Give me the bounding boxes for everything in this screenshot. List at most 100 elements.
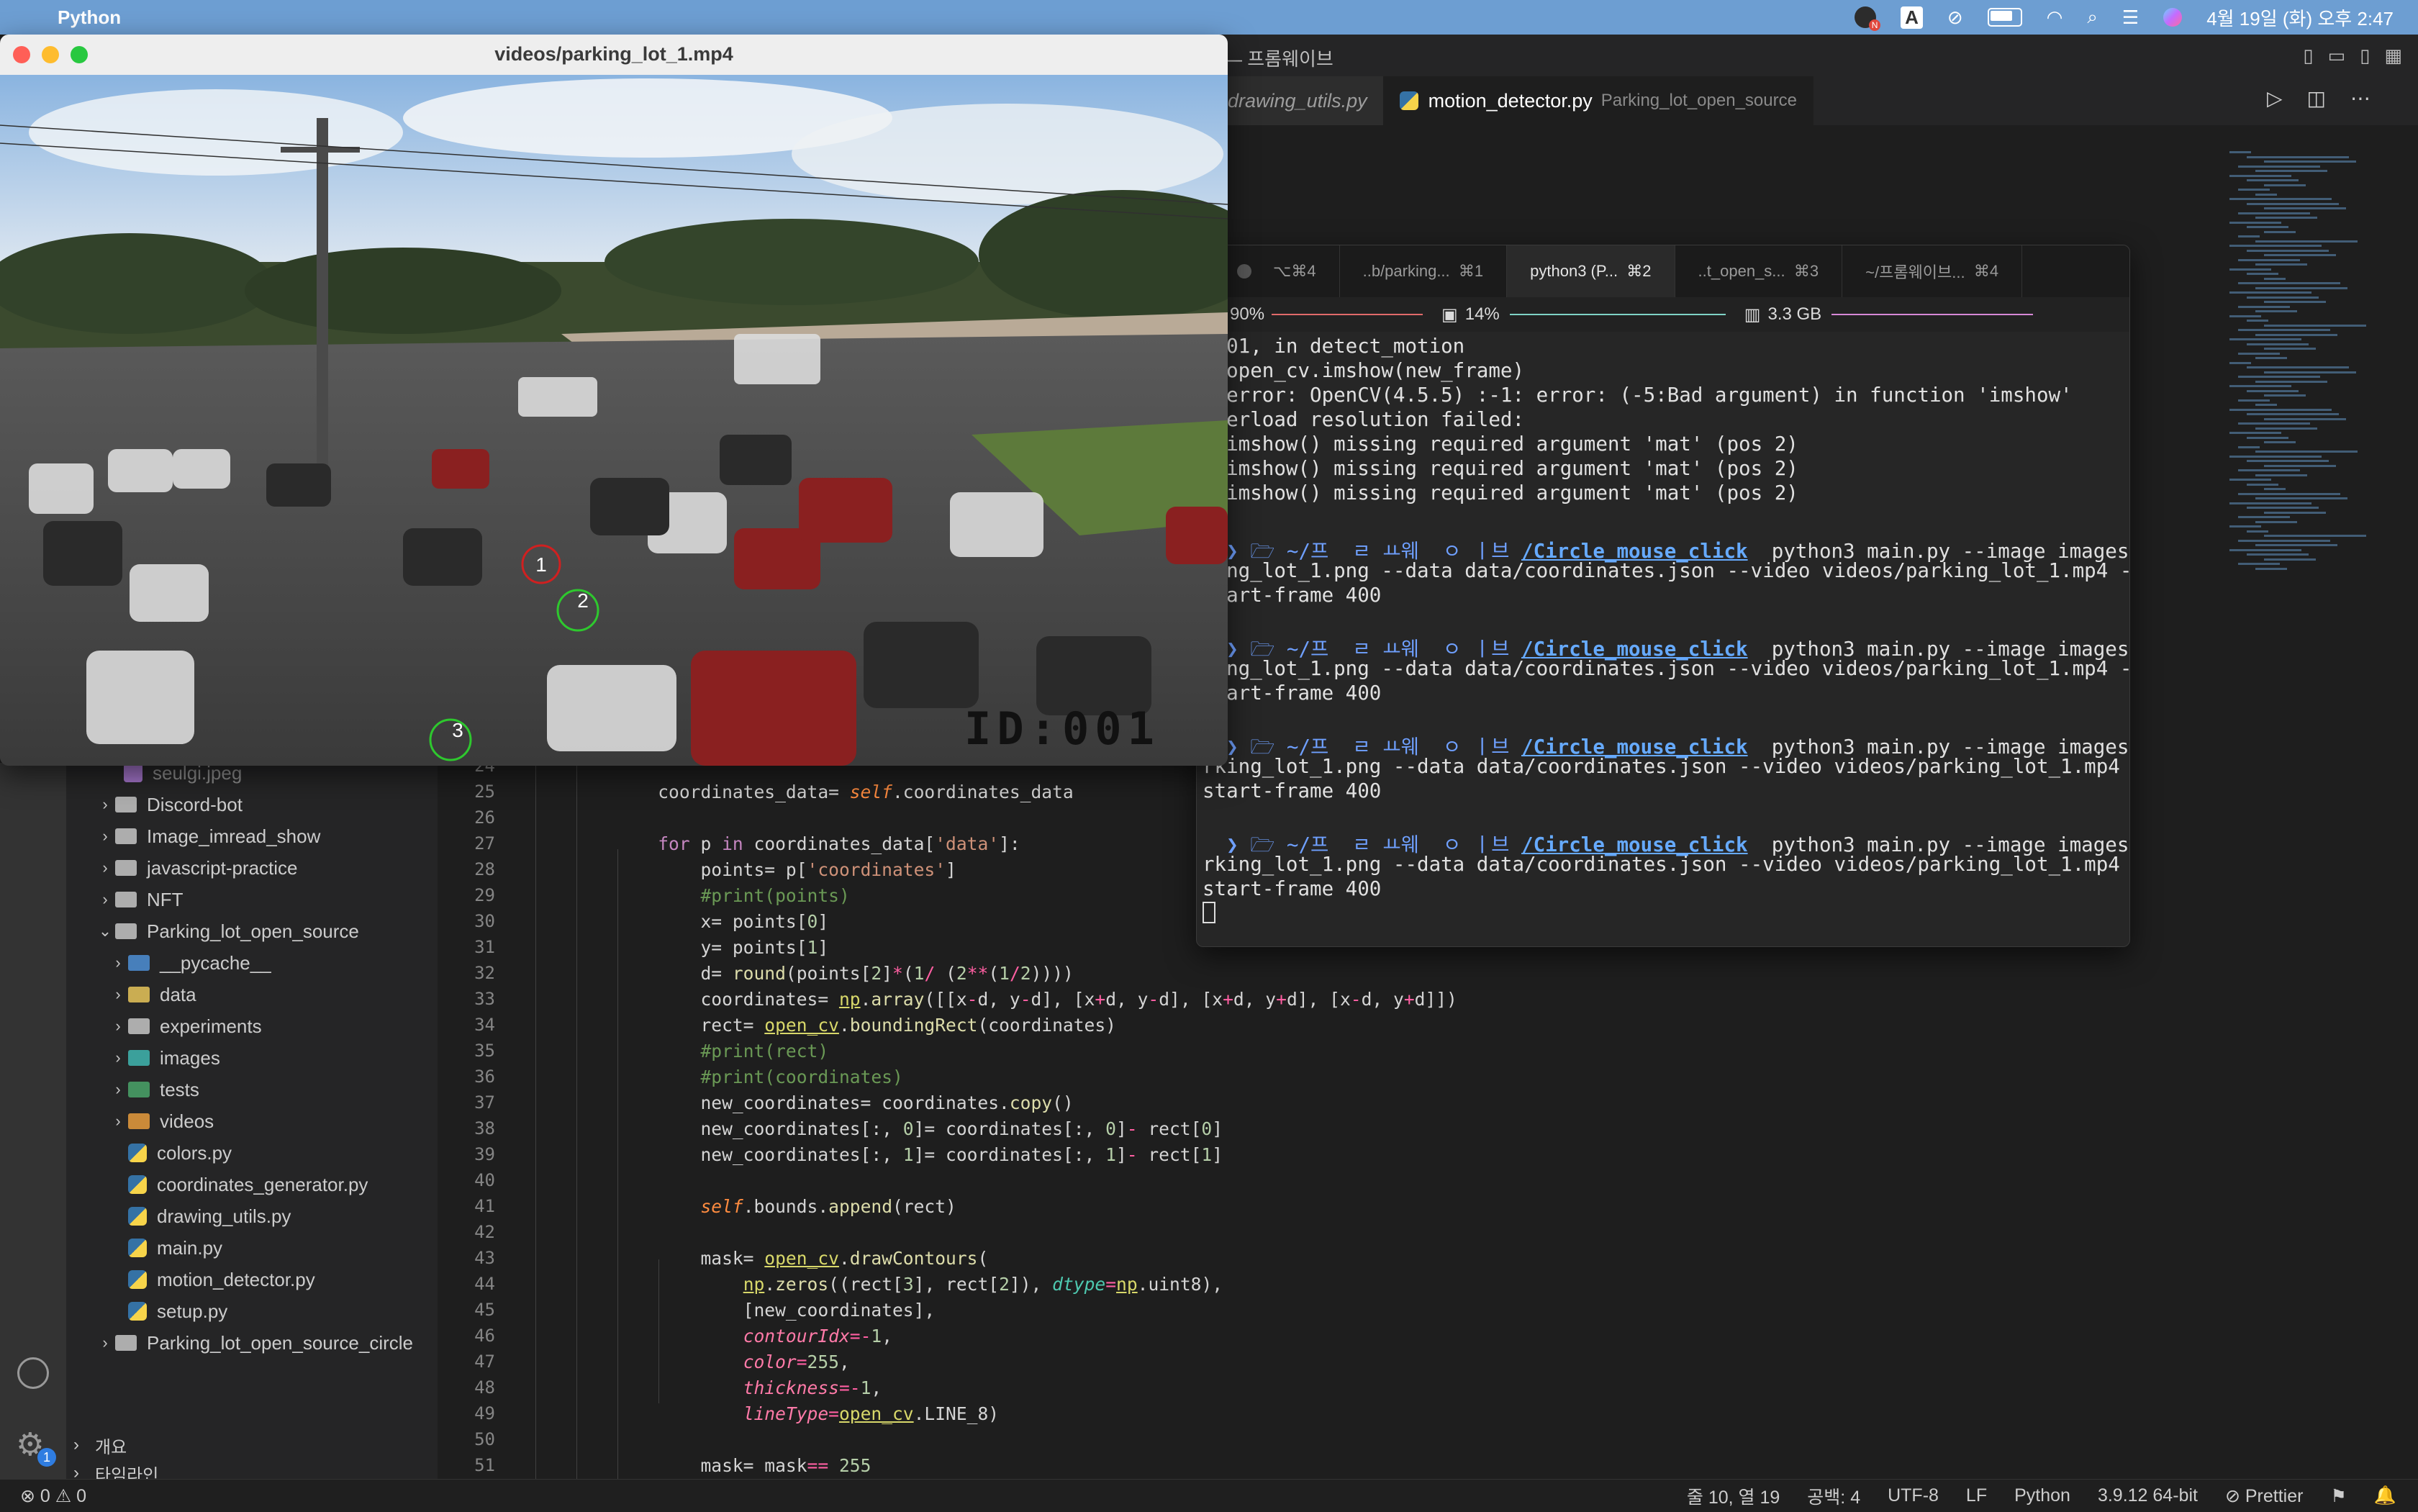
explorer-item[interactable]: › __pycache__ — [108, 947, 271, 979]
line-ending[interactable]: LF — [1966, 1485, 1987, 1506]
minimap-line — [2238, 329, 2330, 331]
toggle-panel-icon[interactable]: ▭ — [2328, 45, 2346, 67]
python-interpreter[interactable]: 3.9.12 64-bit — [2098, 1485, 2198, 1506]
cpu-usage: 90% — [1230, 304, 1265, 324]
minimap-line — [2247, 273, 2278, 275]
notifications-bell-icon[interactable]: 🔔 — [2374, 1485, 2396, 1506]
line-number: 38 — [474, 1118, 495, 1138]
minimap-line — [2255, 310, 2297, 312]
explorer-item[interactable]: › videos — [108, 1105, 214, 1137]
terminal-window[interactable]: ⌥⌘4 ..b/parking... ⌘1 python3 (P... ⌘2 .… — [1196, 245, 2130, 947]
menubar-datetime[interactable]: 4월 19일 (화) 오후 2:47 — [2206, 4, 2394, 31]
terminal-tab-2[interactable]: python3 (P... ⌘2 — [1507, 245, 1675, 297]
explorer-item[interactable]: › javascript-practice — [95, 852, 297, 884]
input-source-icon[interactable]: A — [1901, 6, 1923, 29]
video-preview-window[interactable]: videos/parking_lot_1.mp4 1 2 3 ID:001 — [0, 35, 1228, 766]
language-mode[interactable]: Python — [2014, 1485, 2070, 1506]
outline-label: 개요 — [95, 1437, 127, 1457]
terminal-cursor[interactable] — [1203, 902, 1215, 928]
encoding[interactable]: UTF-8 — [1888, 1485, 1939, 1506]
discord-icon[interactable]: N — [1855, 6, 1881, 31]
minimap-line — [2247, 413, 2339, 415]
code-line-29: #print(points) — [700, 885, 850, 906]
terminal-tab-4[interactable]: ~/프롬웨이브... ⌘4 — [1842, 245, 2023, 297]
minimap-line — [2255, 193, 2277, 196]
minimap-line — [2247, 553, 2309, 556]
terminal-tab-3[interactable]: ..t_open_s... ⌘3 — [1675, 245, 1843, 297]
terminal-tab-1[interactable]: ..b/parking... ⌘1 — [1340, 245, 1508, 297]
minimap-line — [2255, 544, 2337, 546]
line-number: 31 — [474, 937, 495, 957]
minimap[interactable] — [2224, 151, 2396, 583]
explorer-item[interactable]: ⌄ Parking_lot_open_source — [95, 915, 359, 947]
line-number: 32 — [474, 963, 495, 983]
wifi-icon[interactable]: ◠ — [2047, 6, 2063, 29]
tab-drawing-utils[interactable]: drawing_utils.py — [1223, 76, 1384, 125]
explorer-item[interactable]: › data — [108, 979, 196, 1010]
terminal-command-cont: rking_lot_1.png --data data/coordinates.… — [1203, 755, 2130, 778]
minimap-line — [2229, 525, 2261, 528]
explorer-sidebar: seulgi.jpeg › Discord-bot › Image_imread_sho… — [66, 762, 438, 1485]
explorer-item[interactable]: motion_detector.py — [108, 1264, 315, 1295]
chevron-right-icon: › — [102, 859, 108, 877]
mute-icon[interactable]: ⊘ — [1947, 6, 1963, 29]
app-name[interactable]: Python — [58, 6, 121, 29]
prettier-status[interactable]: ⊘ Prettier — [2225, 1485, 2303, 1507]
tab-motion-detector[interactable]: motion_detector.py Parking_lot_open_sour… — [1383, 76, 1814, 125]
customize-layout-icon[interactable]: ▦ — [2384, 45, 2402, 67]
explorer-item[interactable]: › images — [108, 1042, 220, 1074]
minimap-line — [2255, 240, 2358, 243]
explorer-item-label: drawing_utils.py — [157, 1205, 291, 1227]
terminal-output-line: - imshow() missing required argument 'ma… — [1203, 457, 1798, 480]
minimap-line — [2255, 380, 2327, 383]
minimap-line — [2229, 174, 2291, 177]
explorer-item[interactable]: › tests — [108, 1074, 199, 1105]
control-center-icon[interactable]: ☰ — [2122, 6, 2139, 29]
minimap-line — [2229, 361, 2251, 364]
minimap-line — [2238, 282, 2340, 284]
account-icon[interactable] — [17, 1357, 49, 1389]
line-number: 47 — [474, 1352, 495, 1372]
chevron-right-icon: › — [102, 890, 108, 908]
explorer-item[interactable]: drawing_utils.py — [108, 1200, 291, 1232]
minimap-line — [2238, 469, 2300, 471]
explorer-item[interactable]: setup.py — [108, 1295, 227, 1327]
terminal-output-line: 2.error: OpenCV(4.5.5) :-1: error: (-5:B… — [1203, 384, 2073, 407]
run-icon[interactable]: ▷ — [2267, 86, 2283, 110]
battery-icon[interactable] — [1987, 8, 2022, 27]
toggle-secondary-sidebar-icon[interactable]: ▯ — [2360, 45, 2370, 67]
split-editor-icon[interactable]: ◫ — [2307, 86, 2326, 110]
explorer-item[interactable]: › experiments — [108, 1010, 261, 1042]
outline-section[interactable]: › 개요 — [73, 1431, 127, 1459]
more-actions-icon[interactable]: ⋯ — [2350, 86, 2371, 110]
cursor-position[interactable]: 줄 10, 열 19 — [1687, 1483, 1780, 1509]
code-line-33: coordinates= np.array([[x-d, y-d], [x+d,… — [615, 989, 1457, 1010]
explorer-item[interactable]: colors.py — [108, 1137, 232, 1169]
explorer-item[interactable]: main.py — [108, 1232, 222, 1264]
folder-icon — [128, 1082, 150, 1097]
code-line-38: new_coordinates[:, 0]= coordinates[:, 0]… — [615, 1118, 1223, 1139]
minimize-button[interactable] — [1237, 264, 1251, 279]
line-number: 28 — [474, 859, 495, 879]
explorer-item[interactable]: › NFT — [95, 884, 183, 915]
terminal-command-cont: rking_lot_1.png --data data/coordinates.… — [1203, 853, 2130, 876]
siri-icon[interactable] — [2163, 8, 2183, 27]
code-line-41: self.bounds.append(rect) — [700, 1196, 956, 1217]
problems-indicator[interactable]: ⊗ 0 ⚠ 0 — [20, 1485, 86, 1507]
explorer-item[interactable]: › Parking_lot_open_source_circle — [95, 1327, 413, 1359]
minimap-line — [2229, 221, 2281, 224]
code-line-43: mask= open_cv.drawContours( — [615, 1248, 989, 1269]
explorer-item[interactable]: › Image_imread_show — [95, 820, 320, 852]
chevron-right-icon: › — [115, 1017, 121, 1035]
memory-icon: ▥ — [1744, 304, 1761, 325]
spotlight-icon[interactable]: ⌕ — [2087, 6, 2098, 29]
toggle-sidebar-icon[interactable]: ▯ — [2303, 45, 2313, 67]
python-file-icon — [128, 1207, 147, 1226]
vscode-window-title: — 프롬웨이브 — [1223, 48, 1333, 70]
explorer-item[interactable]: › Discord-bot — [95, 789, 243, 820]
folder-icon — [128, 955, 150, 971]
indentation[interactable]: 공백: 4 — [1807, 1483, 1860, 1509]
memory-usage: 3.3 GB — [1767, 304, 1822, 324]
explorer-item[interactable]: coordinates_generator.py — [108, 1169, 368, 1200]
feedback-icon[interactable]: ⚑ — [2330, 1485, 2346, 1507]
